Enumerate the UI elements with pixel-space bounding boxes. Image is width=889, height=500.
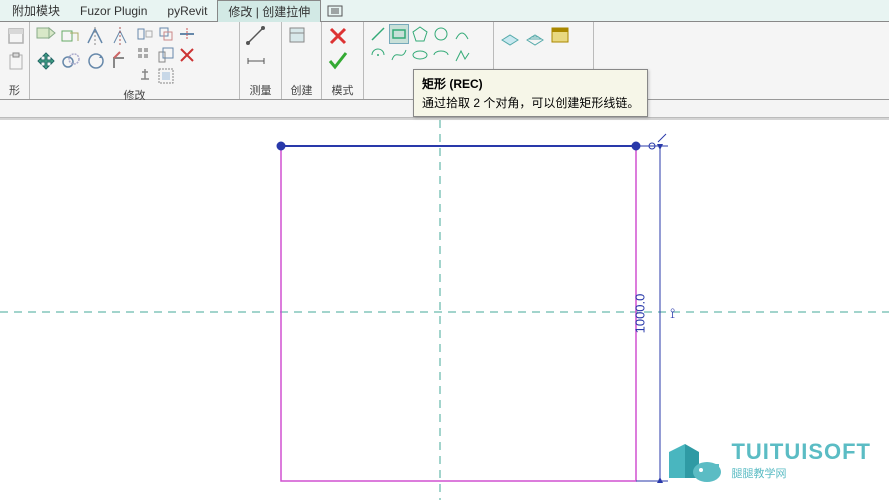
dimension-arrow: [657, 144, 663, 150]
watermark-subtitle: 腿腿教学网: [731, 465, 786, 481]
arc-center-icon[interactable]: [368, 45, 388, 65]
tooltip-title: 矩形 (REC): [422, 75, 639, 92]
tab-fuzor[interactable]: Fuzor Plugin: [70, 2, 157, 20]
tab-pyrevit[interactable]: pyRevit: [157, 2, 217, 20]
mirror-axis-icon[interactable]: [84, 24, 108, 48]
group-label-create: 创建: [286, 81, 317, 99]
mirror-draw-icon[interactable]: [109, 24, 133, 48]
ellipse-arc-icon[interactable]: [431, 45, 451, 65]
clipboard-icon[interactable]: [4, 49, 28, 73]
join-icon[interactable]: [59, 24, 83, 48]
copy-icon[interactable]: [59, 49, 83, 73]
rectangle-tooltip: 矩形 (REC) 通过拾取 2 个对角，可以创建矩形线链。: [413, 69, 648, 117]
cancel-icon[interactable]: [326, 24, 350, 48]
workplane-set-icon[interactable]: [498, 24, 522, 48]
drag-arrow: [658, 134, 666, 142]
pick-lines-icon[interactable]: [452, 45, 472, 65]
dimension-value[interactable]: 1000.0: [632, 294, 647, 334]
properties-icon[interactable]: [4, 24, 28, 48]
delete-icon[interactable]: [177, 45, 197, 65]
drawing-canvas[interactable]: ⟟ 1000.0 TUITUISOFT 腿腿教学网: [0, 118, 889, 498]
move-icon[interactable]: [34, 49, 58, 73]
finish-icon[interactable]: [326, 49, 350, 73]
watermark-brand: TUITUISOFT: [731, 439, 871, 465]
scale-icon[interactable]: [156, 45, 176, 65]
trim-icon[interactable]: [109, 49, 133, 73]
cut-geometry-icon[interactable]: [34, 24, 58, 48]
rectangle-icon[interactable]: [389, 24, 409, 44]
array-icon[interactable]: [135, 45, 155, 65]
align-icon[interactable]: [135, 24, 155, 44]
measure-icon[interactable]: [244, 24, 268, 48]
tab-expand-icon[interactable]: [321, 3, 349, 19]
dimension-lock-icon[interactable]: ⟟: [670, 305, 675, 321]
tab-addin[interactable]: 附加模块: [2, 0, 70, 21]
workplane-viewer-icon[interactable]: [548, 24, 572, 48]
spline-icon[interactable]: [389, 45, 409, 65]
tab-modify-extrusion[interactable]: 修改 | 创建拉伸: [217, 0, 321, 22]
dimension-icon[interactable]: [244, 49, 268, 73]
group-icon[interactable]: [156, 66, 176, 86]
arc-3pt-icon[interactable]: [452, 24, 472, 44]
line-icon[interactable]: [368, 24, 388, 44]
sketch-rectangle[interactable]: [281, 146, 636, 481]
watermark-logo-icon: [651, 434, 723, 486]
watermark: TUITUISOFT 腿腿教学网: [651, 434, 871, 486]
pin-icon[interactable]: [135, 66, 155, 86]
workplane-show-icon[interactable]: [523, 24, 547, 48]
offset-icon[interactable]: [156, 24, 176, 44]
split-icon[interactable]: [177, 24, 197, 44]
circle-icon[interactable]: [431, 24, 451, 44]
vertex-handle[interactable]: [277, 142, 285, 150]
group-label-mode: 模式: [326, 81, 359, 99]
ellipse-icon[interactable]: [410, 45, 430, 65]
rotate-icon[interactable]: [84, 49, 108, 73]
tooltip-body: 通过拾取 2 个对角，可以创建矩形线链。: [422, 94, 639, 111]
group-label-shape: 形: [4, 81, 25, 99]
group-label-measure: 测量: [244, 81, 277, 99]
create-icon[interactable]: [286, 24, 310, 48]
polygon-icon[interactable]: [410, 24, 430, 44]
